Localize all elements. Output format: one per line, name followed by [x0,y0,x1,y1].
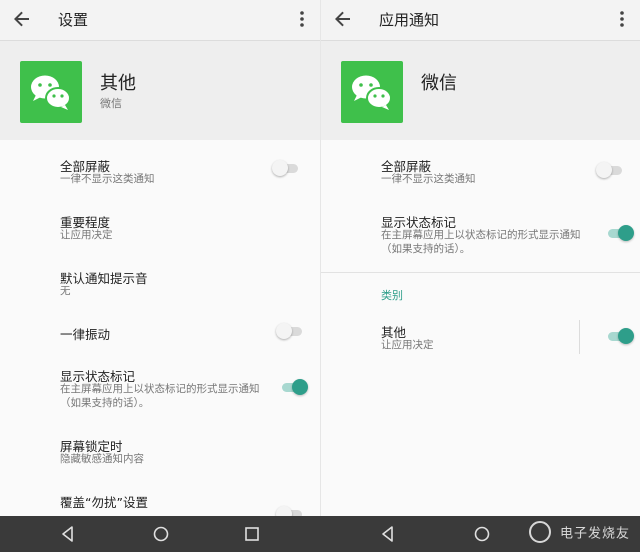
category-header: 类别 [381,289,403,302]
setting-summary: 一律不显示这类通知 [381,173,476,185]
back-arrow-icon[interactable] [331,7,355,31]
nav-home-icon[interactable] [472,524,492,544]
nav-back-icon[interactable] [58,524,78,544]
setting-block-all[interactable]: 全部屏蔽 一律不显示这类通知 [0,150,320,198]
back-arrow-icon[interactable] [10,7,34,31]
setting-always-vibrate[interactable]: 一律振动 [0,318,320,354]
wechat-icon [341,61,403,123]
watermark-logo-icon [528,521,551,543]
wechat-icon [20,61,82,123]
block-all-toggle[interactable] [596,162,624,178]
more-vert-icon[interactable] [290,7,314,31]
setting-summary: 无 [60,285,71,297]
setting-default-sound[interactable]: 默认通知提示音 无 [0,262,320,308]
setting-title: 覆盖“勿扰”设置 [60,495,148,510]
category-summary: 让应用决定 [381,339,434,351]
category-item-other[interactable]: 其他 让应用决定 [321,316,640,362]
setting-override-dnd[interactable]: 覆盖“勿扰”设置 [0,486,320,516]
vertical-divider [579,320,580,354]
nav-recents-icon[interactable] [242,524,262,544]
setting-title: 一律振动 [60,327,111,342]
badge-toggle[interactable] [280,379,308,395]
override-dnd-toggle[interactable] [276,506,304,516]
nav-home-icon[interactable] [151,524,171,544]
app-bar: 应用通知 [321,0,640,41]
more-vert-icon[interactable] [610,7,634,31]
app-header: 微信 [321,41,640,140]
setting-lock-screen[interactable]: 屏幕锁定时 隐藏敏感通知内容 [0,430,320,476]
badge-toggle[interactable] [606,225,634,241]
watermark: 电子发烧友 [528,521,630,543]
setting-summary: 隐藏敏感通知内容 [60,453,144,465]
nav-back-icon[interactable] [378,524,398,544]
vibrate-toggle[interactable] [276,323,304,339]
setting-summary: 在主屏幕应用上以状态标记的形式显示通知（如果支持的话）。 [381,229,581,255]
system-nav-bar: 电子发烧友 [0,516,640,552]
setting-summary: 让应用决定 [60,229,113,241]
app-header: 其他 微信 [0,41,320,140]
page-title: 设置 [58,11,89,29]
settings-panel: 设置 其他 微信 全部屏蔽 一律不显示这类通知 重要程度 让应用决定 默认通知提… [0,0,320,516]
setting-title: 默认通知提示音 [60,271,148,286]
page-title: 应用通知 [379,11,440,29]
setting-summary: 一律不显示这类通知 [60,173,155,185]
setting-badge[interactable]: 显示状态标记 在主屏幕应用上以状态标记的形式显示通知（如果支持的话）。 [0,360,320,420]
app-bar: 设置 [0,0,320,41]
app-notifications-panel: 应用通知 微信 全部屏蔽 一律不显示这类通知 显示状态标记 在主屏幕应用上以状态… [320,0,640,516]
block-all-toggle[interactable] [272,160,300,176]
setting-importance[interactable]: 重要程度 让应用决定 [0,206,320,252]
setting-badge[interactable]: 显示状态标记 在主屏幕应用上以状态标记的形式显示通知（如果支持的话）。 [321,206,640,266]
app-name: 微信 [421,73,457,94]
channel-name: 其他 [100,73,136,94]
watermark-text: 电子发烧友 [559,526,630,542]
app-name: 微信 [100,97,122,110]
setting-summary: 在主屏幕应用上以状态标记的形式显示通知（如果支持的话）。 [60,383,260,409]
setting-block-all[interactable]: 全部屏蔽 一律不显示这类通知 [321,150,640,198]
category-toggle[interactable] [606,328,634,344]
section-divider [321,272,640,273]
